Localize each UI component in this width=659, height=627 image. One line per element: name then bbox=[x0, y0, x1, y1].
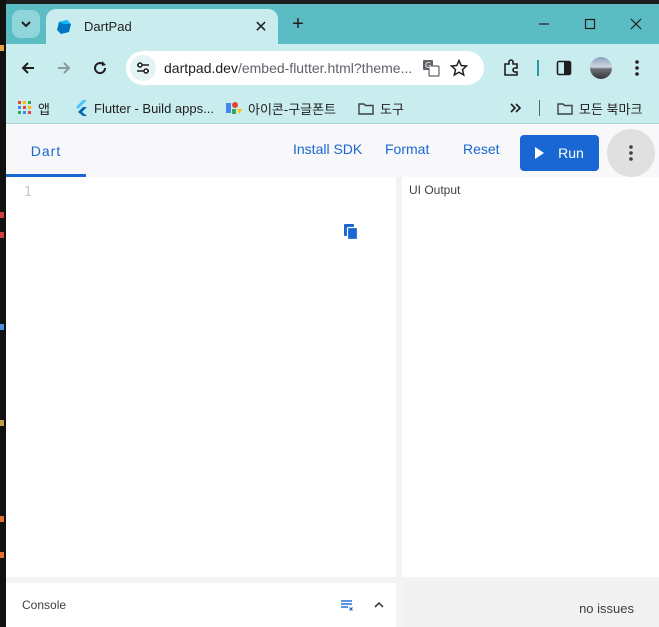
tab-title: DartPad bbox=[84, 19, 132, 34]
side-panel-button[interactable] bbox=[552, 56, 576, 80]
console-panel: Console bbox=[6, 583, 396, 627]
install-sdk-button[interactable]: Install SDK bbox=[293, 141, 362, 157]
bookmarks-overflow-button[interactable] bbox=[510, 98, 522, 118]
bookmark-label: 모든 북마크 bbox=[579, 101, 643, 117]
bookmark-label: 아이콘-구글폰트 bbox=[248, 101, 337, 117]
puzzle-icon bbox=[504, 59, 518, 76]
bookmark-label: Flutter - Build apps... bbox=[94, 100, 214, 116]
title-bar: DartPad ✕ + bbox=[6, 4, 659, 44]
bookmark-google-fonts[interactable]: 아이콘-구글폰트 bbox=[226, 98, 336, 118]
reset-button[interactable]: Reset bbox=[463, 141, 500, 157]
browser-toolbar: dartpad.dev/embed-flutter.html?theme... … bbox=[6, 44, 659, 92]
tune-icon bbox=[137, 62, 149, 74]
dartpad-app: Dart Install SDK Format Reset Run 1 UI O… bbox=[6, 125, 659, 627]
site-info-button[interactable] bbox=[130, 55, 156, 81]
format-button[interactable]: Format bbox=[385, 141, 429, 157]
profile-button[interactable] bbox=[589, 56, 613, 80]
new-tab-button[interactable]: + bbox=[286, 12, 310, 36]
more-vertical-icon bbox=[629, 145, 633, 161]
chevron-down-icon bbox=[21, 21, 31, 28]
bookmarks-separator bbox=[539, 100, 540, 116]
bookmark-folder-all[interactable]: 모든 북마크 bbox=[557, 98, 642, 118]
bookmark-star-button[interactable] bbox=[448, 57, 470, 79]
close-tab-icon[interactable]: ✕ bbox=[250, 16, 272, 38]
play-icon bbox=[535, 147, 545, 159]
svg-text:G: G bbox=[425, 61, 431, 70]
bookmarks-bar: 앱 Flutter - Build apps... 아이콘-구글폰트 도구 모든… bbox=[6, 92, 659, 124]
output-label: UI Output bbox=[409, 183, 461, 197]
run-label: Run bbox=[558, 145, 584, 161]
google-fonts-icon bbox=[226, 101, 242, 115]
browser-tab[interactable]: DartPad ✕ bbox=[46, 9, 278, 44]
minimize-button[interactable] bbox=[521, 4, 567, 44]
reload-icon bbox=[94, 61, 107, 75]
status-bar: no issues bbox=[402, 583, 659, 627]
close-window-button[interactable] bbox=[613, 4, 659, 44]
double-chevron-right-icon bbox=[510, 103, 522, 113]
clear-console-icon[interactable] bbox=[340, 599, 354, 611]
folder-icon bbox=[557, 102, 573, 115]
maximize-button[interactable] bbox=[567, 4, 613, 44]
more-vertical-icon bbox=[635, 60, 639, 76]
bookmark-label: 앱 bbox=[38, 101, 50, 117]
extensions-button[interactable] bbox=[499, 56, 523, 80]
tab-dart[interactable]: Dart bbox=[6, 125, 86, 177]
back-button[interactable] bbox=[16, 56, 40, 80]
more-options-button[interactable] bbox=[607, 129, 655, 177]
browser-window: DartPad ✕ + dartpad.dev/embed-flutter.ht… bbox=[6, 4, 659, 627]
tab-search-button[interactable] bbox=[12, 10, 40, 38]
bookmark-flutter[interactable]: Flutter - Build apps... bbox=[74, 98, 214, 118]
flutter-logo-icon bbox=[74, 100, 88, 116]
arrow-left-icon bbox=[21, 62, 34, 74]
avatar bbox=[590, 57, 612, 79]
run-button[interactable]: Run bbox=[520, 135, 599, 171]
side-panel-icon bbox=[556, 60, 572, 76]
ui-output-panel: UI Output bbox=[402, 177, 659, 577]
maximize-icon bbox=[584, 18, 596, 30]
browser-menu-button[interactable] bbox=[625, 56, 649, 80]
code-editor[interactable]: 1 bbox=[6, 177, 396, 577]
issues-status: no issues bbox=[579, 601, 634, 616]
dartpad-header: Dart Install SDK Format Reset Run bbox=[6, 125, 659, 177]
reload-button[interactable] bbox=[88, 56, 112, 80]
copy-icon[interactable] bbox=[343, 223, 359, 241]
translate-button[interactable]: G bbox=[420, 57, 442, 79]
chevron-up-icon[interactable] bbox=[372, 599, 386, 611]
apps-grid-icon bbox=[18, 101, 32, 115]
bookmark-label: 도구 bbox=[380, 101, 404, 117]
folder-icon bbox=[358, 102, 374, 115]
address-bar[interactable]: dartpad.dev/embed-flutter.html?theme... … bbox=[126, 51, 484, 85]
url-text[interactable]: dartpad.dev/embed-flutter.html?theme... bbox=[164, 60, 414, 76]
translate-icon: G bbox=[423, 60, 440, 77]
star-icon bbox=[450, 59, 468, 77]
minimize-icon bbox=[539, 23, 549, 25]
line-number: 1 bbox=[24, 185, 32, 200]
close-icon bbox=[630, 18, 642, 30]
console-label: Console bbox=[22, 598, 67, 612]
url-path: /embed-flutter.html?theme... bbox=[237, 60, 413, 76]
bookmark-apps[interactable]: 앱 bbox=[18, 98, 50, 118]
bookmark-folder-tools[interactable]: 도구 bbox=[358, 98, 404, 118]
forward-button[interactable] bbox=[52, 56, 76, 80]
arrow-right-icon bbox=[58, 62, 71, 74]
url-host: dartpad.dev bbox=[164, 60, 238, 76]
dart-logo-icon bbox=[57, 19, 71, 34]
toolbar-separator bbox=[537, 60, 539, 76]
